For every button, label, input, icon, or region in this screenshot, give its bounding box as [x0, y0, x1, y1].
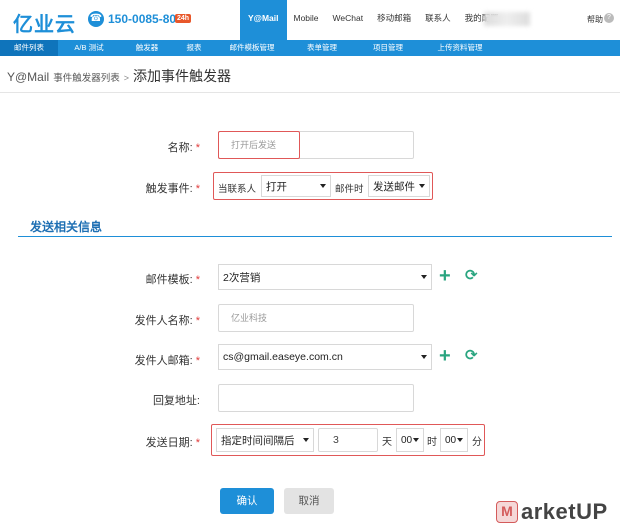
refresh-sender-email-icon[interactable]: ⟳	[465, 348, 478, 364]
top-nav-wechat[interactable]: WeChat	[326, 0, 371, 40]
trigger-prefix: 当联系人	[218, 184, 257, 195]
name-input-highlight	[218, 131, 300, 159]
send-date-mode-select[interactable]: 指定时间间隔后	[216, 428, 314, 452]
top-nav-contacts[interactable]: 联系人	[418, 0, 458, 40]
add-sender-email-icon[interactable]: +	[439, 346, 451, 366]
main-menu: 邮件列表 A/B 测试 触发器 报表 邮件模板管理 表单管理 项目管理 上传资料…	[0, 40, 620, 56]
watermark-logo-icon: M	[496, 501, 518, 523]
breadcrumb-divider	[0, 92, 620, 93]
day-unit: 天	[382, 437, 392, 448]
phone-icon: ☎	[88, 11, 104, 27]
menu-ab-test[interactable]: A/B 测试	[58, 40, 120, 56]
hour-unit: 时	[427, 437, 437, 448]
trigger-result-select[interactable]: 发送邮件	[368, 175, 430, 197]
trigger-action-select[interactable]: 打开	[261, 175, 331, 197]
menu-project-mgmt[interactable]: 项目管理	[354, 40, 422, 56]
name-label: 名称: *	[167, 142, 200, 154]
menu-template-mgmt[interactable]: 邮件模板管理	[214, 40, 290, 56]
menu-upload-mgmt[interactable]: 上传资料管理	[422, 40, 498, 56]
trigger-result-value: 发送邮件	[373, 180, 415, 193]
hour-value: 00	[401, 434, 413, 446]
sender-email-label: 发件人邮箱: *	[134, 355, 200, 367]
breadcrumb: Y@Mail 事件触发器列表 > 添加事件触发器	[7, 66, 231, 86]
confirm-button[interactable]: 确认	[220, 488, 274, 514]
hour-select[interactable]: 00	[396, 428, 424, 452]
breadcrumb-separator: >	[123, 73, 129, 83]
brand-logo[interactable]: 亿业云	[13, 8, 76, 37]
refresh-template-icon[interactable]: ⟳	[465, 268, 478, 284]
cancel-button[interactable]: 取消	[284, 488, 334, 514]
send-date-mode-value: 指定时间间隔后	[221, 434, 295, 447]
section-title: 发送相关信息	[30, 220, 103, 234]
menu-report[interactable]: 报表	[174, 40, 214, 56]
menu-mail-list[interactable]: 邮件列表	[0, 40, 58, 56]
help-icon[interactable]: ?	[604, 13, 614, 23]
chevron-down-icon	[421, 275, 427, 279]
send-date-label: 发送日期: *	[145, 437, 200, 449]
watermark-text: arketUP	[521, 499, 608, 524]
chevron-down-icon	[320, 184, 326, 188]
reply-label: 回复地址:	[152, 395, 200, 407]
trigger-mid: 邮件时	[335, 184, 364, 195]
reply-address-input[interactable]	[218, 384, 414, 412]
minute-select[interactable]: 00	[440, 428, 468, 452]
menu-form-mgmt[interactable]: 表单管理	[290, 40, 354, 56]
breadcrumb-parent[interactable]: 事件触发器列表	[53, 70, 120, 84]
top-nav-mobile-mail[interactable]: 移动邮箱	[370, 0, 418, 40]
template-select[interactable]: 2次营销	[218, 264, 432, 290]
user-account-blurred[interactable]	[484, 12, 530, 26]
trigger-action-value: 打开	[266, 180, 287, 193]
page-title: 添加事件触发器	[132, 68, 231, 84]
help-link[interactable]: 帮助	[587, 14, 603, 25]
24h-badge: 24h	[175, 14, 192, 23]
top-nav-mobile[interactable]: Mobile	[287, 0, 326, 40]
sender-email-select[interactable]: cs@gmail.easeye.com.cn	[218, 344, 432, 370]
menu-trigger[interactable]: 触发器	[120, 40, 174, 56]
trigger-label: 触发事件: *	[145, 183, 200, 195]
sender-name-label: 发件人名称: *	[134, 315, 200, 327]
minute-value: 00	[445, 434, 457, 446]
breadcrumb-root[interactable]: Y@Mail	[7, 70, 49, 84]
section-divider	[18, 236, 612, 237]
chevron-down-icon	[457, 438, 463, 442]
minute-unit: 分	[472, 437, 482, 448]
top-bar: 亿业云 ☎ 150-0085-8090 24h Y@Mail Mobile We…	[0, 0, 620, 40]
chevron-down-icon	[421, 355, 427, 359]
sender-email-value: cs@gmail.easeye.com.cn	[223, 351, 343, 363]
template-value: 2次营销	[223, 271, 261, 284]
add-template-icon[interactable]: +	[439, 266, 451, 286]
chevron-down-icon	[413, 438, 419, 442]
send-date-amount-input[interactable]: 3	[318, 428, 378, 452]
chevron-down-icon	[419, 184, 425, 188]
sender-name-input[interactable]: 亿业科技	[218, 304, 414, 332]
top-nav-ymail[interactable]: Y@Mail	[240, 0, 287, 40]
top-nav: Y@Mail Mobile WeChat 移动邮箱 联系人 我的配置	[240, 0, 506, 40]
template-label: 邮件模板: *	[145, 274, 200, 286]
watermark: M arketUP	[496, 499, 608, 525]
chevron-down-icon	[303, 438, 309, 442]
